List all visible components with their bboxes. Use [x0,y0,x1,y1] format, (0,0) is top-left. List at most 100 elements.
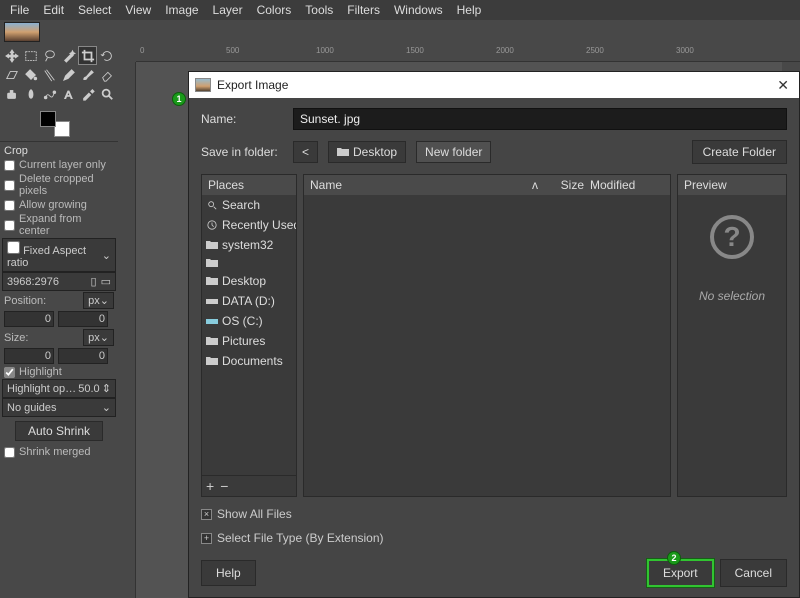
menu-windows[interactable]: Windows [388,1,449,19]
menu-select[interactable]: Select [72,1,117,19]
chevron-down-icon: ⌄ [100,331,109,344]
bucket-tool-icon[interactable] [21,65,40,84]
file-list-body[interactable] [304,195,670,496]
place-os-c[interactable]: OS (C:) [202,311,296,331]
crop-tool-icon[interactable] [78,46,97,65]
portrait-icon[interactable]: ▯ [91,275,97,288]
gradient-tool-icon[interactable] [40,65,59,84]
path-desktop-button[interactable]: Desktop [328,141,406,163]
create-folder-button[interactable]: Create Folder [692,140,787,164]
menu-tools[interactable]: Tools [299,1,339,19]
menu-edit[interactable]: Edit [37,1,70,19]
place-recent[interactable]: Recently Used [202,215,296,235]
zoom-tool-icon[interactable] [97,84,116,103]
brush-tool-icon[interactable] [78,65,97,84]
expand-center-checkbox[interactable] [4,220,15,231]
highlight-opacity[interactable]: Highlight op…50.0⇕ [2,379,116,398]
lasso-tool-icon[interactable] [40,46,59,65]
dialog-titlebar[interactable]: Export Image ✕ [189,72,799,98]
auto-shrink-button[interactable]: Auto Shrink [15,421,103,441]
move-tool-icon[interactable] [2,46,21,65]
fg-bg-colors[interactable] [40,111,70,137]
menu-layer[interactable]: Layer [207,1,249,19]
place-data-d[interactable]: DATA (D:) [202,291,296,311]
size-w-input[interactable] [4,348,54,364]
size-unit[interactable]: px ⌄ [83,329,114,346]
menu-image[interactable]: Image [159,1,204,19]
fg-color-swatch[interactable] [40,111,56,127]
name-label: Name: [201,112,283,126]
wand-tool-icon[interactable] [59,46,78,65]
place-pictures[interactable]: Pictures [202,331,296,351]
menu-filters[interactable]: Filters [341,1,386,19]
eraser-tool-icon[interactable] [97,65,116,84]
menu-view[interactable]: View [119,1,157,19]
menu-help[interactable]: Help [451,1,488,19]
place-blank[interactable] [202,255,296,271]
pencil-tool-icon[interactable] [59,65,78,84]
place-search[interactable]: Search [202,195,296,215]
plus-toggle-icon: + [201,533,212,544]
place-desktop[interactable]: Desktop [202,271,296,291]
export-button[interactable]: Export [647,559,714,587]
path-tool-icon[interactable] [40,84,59,103]
svg-text:A: A [64,89,72,101]
picker-tool-icon[interactable] [78,84,97,103]
current-layer-checkbox[interactable] [4,160,15,171]
shear-tool-icon[interactable] [2,65,21,84]
places-header: Places [202,175,296,195]
show-all-label: Show All Files [217,507,292,521]
add-place-icon[interactable]: + [206,478,214,494]
dialog-icon [195,78,211,92]
highlight-checkbox[interactable] [4,367,15,378]
place-documents[interactable]: Documents [202,351,296,371]
file-list[interactable]: Name ʌ Size Modified [303,174,671,497]
smudge-tool-icon[interactable] [21,84,40,103]
close-icon[interactable]: ✕ [773,77,793,94]
col-modified[interactable]: Modified [584,178,664,192]
folder-icon [206,356,218,366]
sort-asc-icon[interactable]: ʌ [532,178,544,192]
guides-select[interactable]: No guides⌄ [2,398,116,417]
path-newfolder-button[interactable]: New folder [416,141,491,163]
tool-options: Crop Current layer only Delete cropped p… [0,141,118,461]
image-thumbnail[interactable] [4,22,40,42]
delete-cropped-checkbox[interactable] [4,180,15,191]
current-layer-label: Current layer only [19,159,106,171]
folder-label: Save in folder: [201,145,283,159]
chevron-down-icon: ⌄ [102,249,111,262]
select-file-type-toggle[interactable]: + Select File Type (By Extension) [201,531,787,545]
search-icon [206,200,218,210]
bg-color-swatch[interactable] [54,121,70,137]
show-all-files-toggle[interactable]: × Show All Files [201,507,787,521]
menu-file[interactable]: File [4,1,35,19]
position-unit[interactable]: px ⌄ [83,292,114,309]
pos-y-input[interactable] [58,311,108,327]
fixed-aspect-select[interactable]: Fixed Aspect ratio ⌄ [2,238,116,272]
text-tool-icon[interactable]: A [59,84,78,103]
allow-growing-checkbox[interactable] [4,200,15,211]
fixed-checkbox[interactable] [7,241,20,254]
aspect-ratio-value[interactable]: 3968:2976 [7,276,87,288]
image-tabs [0,20,800,44]
rotate-tool-icon[interactable] [97,46,116,65]
col-size[interactable]: Size [544,178,584,192]
size-h-input[interactable] [58,348,108,364]
menu-colors[interactable]: Colors [251,1,298,19]
delete-cropped-label: Delete cropped pixels [19,173,114,197]
place-system32[interactable]: system32 [202,235,296,255]
cancel-button[interactable]: Cancel [720,559,787,587]
file-list-header[interactable]: Name ʌ Size Modified [304,175,670,195]
help-button[interactable]: Help [201,560,256,586]
clone-tool-icon[interactable] [2,84,21,103]
rect-select-icon[interactable] [21,46,40,65]
path-back-button[interactable]: < [293,141,318,163]
pos-x-input[interactable] [4,311,54,327]
landscape-icon[interactable]: ▭ [101,275,111,288]
expand-center-label: Expand from center [19,213,114,237]
col-name[interactable]: Name [310,178,532,192]
shrink-merged-checkbox[interactable] [4,447,15,458]
annotation-badge-2: 2 [667,551,681,565]
remove-place-icon[interactable]: − [220,478,228,494]
filename-input[interactable] [293,108,787,130]
